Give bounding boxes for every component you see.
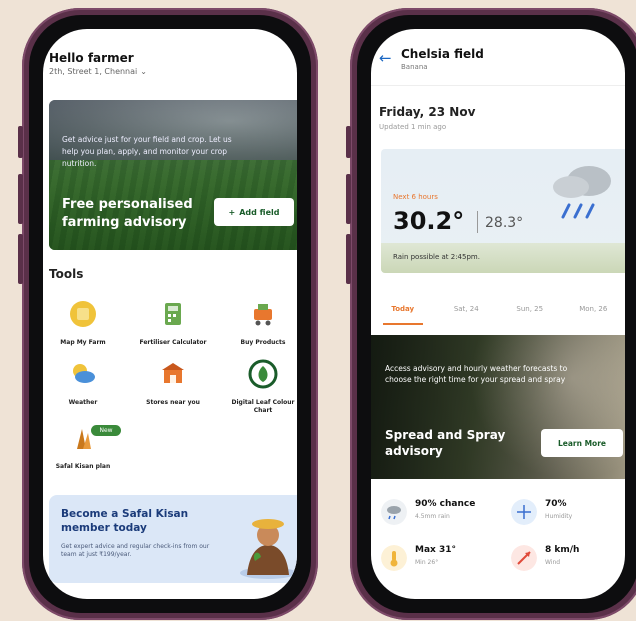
tool-label: Weather xyxy=(68,399,98,406)
tool-safal-kisan-plan[interactable]: Safal Kisan plan New xyxy=(43,423,123,471)
greeting: Hello farmer xyxy=(49,51,134,65)
plus-icon: + xyxy=(228,207,236,217)
tool-stores-near-you[interactable]: Stores near you xyxy=(133,359,213,407)
metric-temperature: Max 31° Min 26° xyxy=(381,543,501,583)
cart-icon xyxy=(254,304,272,326)
low-temperature: 28.3° xyxy=(485,215,524,231)
wind-speed: 8 km/h xyxy=(545,545,580,555)
tab-sat-24[interactable]: Sat, 24 xyxy=(435,297,499,325)
side-button xyxy=(346,174,351,224)
tools-heading: Tools xyxy=(49,267,84,281)
screen-field: ← Chelsia field Banana Friday, 23 Nov Up… xyxy=(371,29,625,599)
map-icon xyxy=(70,301,96,327)
tool-label: Fertiliser Calculator xyxy=(139,339,207,346)
metric-wind: 8 km/h Wind xyxy=(511,543,625,583)
day-tabs: Today Sat, 24 Sun, 25 Mon, 26 xyxy=(371,297,625,325)
humidity-value: 70% xyxy=(545,499,567,509)
forecast-window: Next 6 hours xyxy=(393,193,438,201)
tool-label: Safal Kisan plan xyxy=(55,463,111,470)
current-temperature: 30.2° xyxy=(393,207,465,235)
updated-time: Updated 1 min ago xyxy=(379,123,447,131)
tab-mon-26[interactable]: Mon, 26 xyxy=(562,297,626,325)
rain-chance: 90% chance xyxy=(415,499,476,509)
banner-title: Free personalised farming advisory xyxy=(62,197,193,230)
add-field-label: Add field xyxy=(239,207,280,217)
spray-advisory-banner: Access advisory and hourly weather forec… xyxy=(371,335,625,479)
membership-card[interactable]: Become a Safal Kisan member today Get ex… xyxy=(49,495,297,583)
learn-more-button[interactable]: Learn More xyxy=(541,429,623,457)
tool-label: Stores near you xyxy=(146,399,200,406)
weather-icon xyxy=(73,364,95,383)
tool-buy-products[interactable]: Buy Products xyxy=(223,299,297,347)
tab-sun-25[interactable]: Sun, 25 xyxy=(498,297,562,325)
farmer-illustration xyxy=(240,519,296,579)
chevron-down-icon: ⌄ xyxy=(140,67,147,76)
location-selector[interactable]: 2th, Street 1, Chennai ⌄ xyxy=(49,67,147,76)
carousel-indicator xyxy=(43,595,297,599)
phone-frame-left: Hello farmer 2th, Street 1, Chennai ⌄ Get… xyxy=(18,8,318,620)
screen-home: Hello farmer 2th, Street 1, Chennai ⌄ Get… xyxy=(43,29,297,599)
tool-label: Map My Farm xyxy=(60,339,106,346)
location-text: 2th, Street 1, Chennai xyxy=(49,67,138,76)
leaf-icon xyxy=(248,359,278,389)
store-icon xyxy=(162,363,184,383)
temperature-divider xyxy=(477,211,478,233)
rain-icon xyxy=(381,499,407,525)
humidity-label: Humidity xyxy=(545,513,573,520)
side-button xyxy=(18,234,23,284)
metric-humidity: 70% Humidity xyxy=(511,497,625,537)
tool-fertiliser-calculator[interactable]: Fertiliser Calculator xyxy=(133,299,213,347)
membership-description: Get expert advice and regular check-ins … xyxy=(61,543,210,558)
tool-map-my-farm[interactable]: Map My Farm xyxy=(43,299,123,347)
bezel: Hello farmer 2th, Street 1, Chennai ⌄ Get… xyxy=(29,15,311,613)
back-arrow-icon[interactable]: ← xyxy=(379,49,392,67)
tab-today[interactable]: Today xyxy=(371,297,435,325)
spray-description: Access advisory and hourly weather forec… xyxy=(385,364,568,384)
tool-weather[interactable]: Weather xyxy=(43,359,123,407)
rain-note: Rain possible at 2:45pm. xyxy=(393,253,480,261)
tool-digital-leaf-colour-chart[interactable]: Digital Leaf Colour Chart xyxy=(223,359,297,415)
humidity-icon xyxy=(511,499,537,525)
calculator-icon xyxy=(165,303,181,325)
wind-label: Wind xyxy=(545,559,561,566)
tool-label: Buy Products xyxy=(240,339,286,346)
side-button xyxy=(18,174,23,224)
new-badge: New xyxy=(91,425,121,436)
advisory-banner: Get advice just for your field and crop.… xyxy=(49,100,297,250)
crop-name: Banana xyxy=(401,63,428,71)
temperature-icon xyxy=(381,545,407,571)
rain-cloud-icon xyxy=(553,166,611,219)
forecast-date: Friday, 23 Nov xyxy=(379,105,476,119)
field-name: Chelsia field xyxy=(401,47,484,61)
bezel: ← Chelsia field Banana Friday, 23 Nov Up… xyxy=(357,15,636,613)
header: Hello farmer 2th, Street 1, Chennai ⌄ xyxy=(49,51,147,76)
max-temperature: Max 31° xyxy=(415,545,456,555)
membership-title: Become a Safal Kisan member today xyxy=(61,508,189,534)
weather-card[interactable]: Next 6 hours 30.2° 28.3° Rain possible a… xyxy=(381,149,625,273)
tool-label: Digital Leaf Colour Chart xyxy=(231,399,295,414)
metric-rain: 90% chance 4.5mm rain xyxy=(381,497,501,537)
wind-icon xyxy=(511,545,537,571)
add-field-button[interactable]: + Add field xyxy=(214,198,294,226)
side-button xyxy=(346,234,351,284)
field-header: ← Chelsia field Banana xyxy=(371,29,625,86)
min-temperature: Min 26° xyxy=(415,559,439,566)
side-button xyxy=(18,126,23,158)
rain-amount: 4.5mm rain xyxy=(415,513,450,520)
side-button xyxy=(346,126,351,158)
phone-frame-right: ← Chelsia field Banana Friday, 23 Nov Up… xyxy=(346,8,636,620)
spray-title: Spread and Spray advisory xyxy=(385,428,506,458)
banner-description: Get advice just for your field and crop.… xyxy=(62,135,232,168)
